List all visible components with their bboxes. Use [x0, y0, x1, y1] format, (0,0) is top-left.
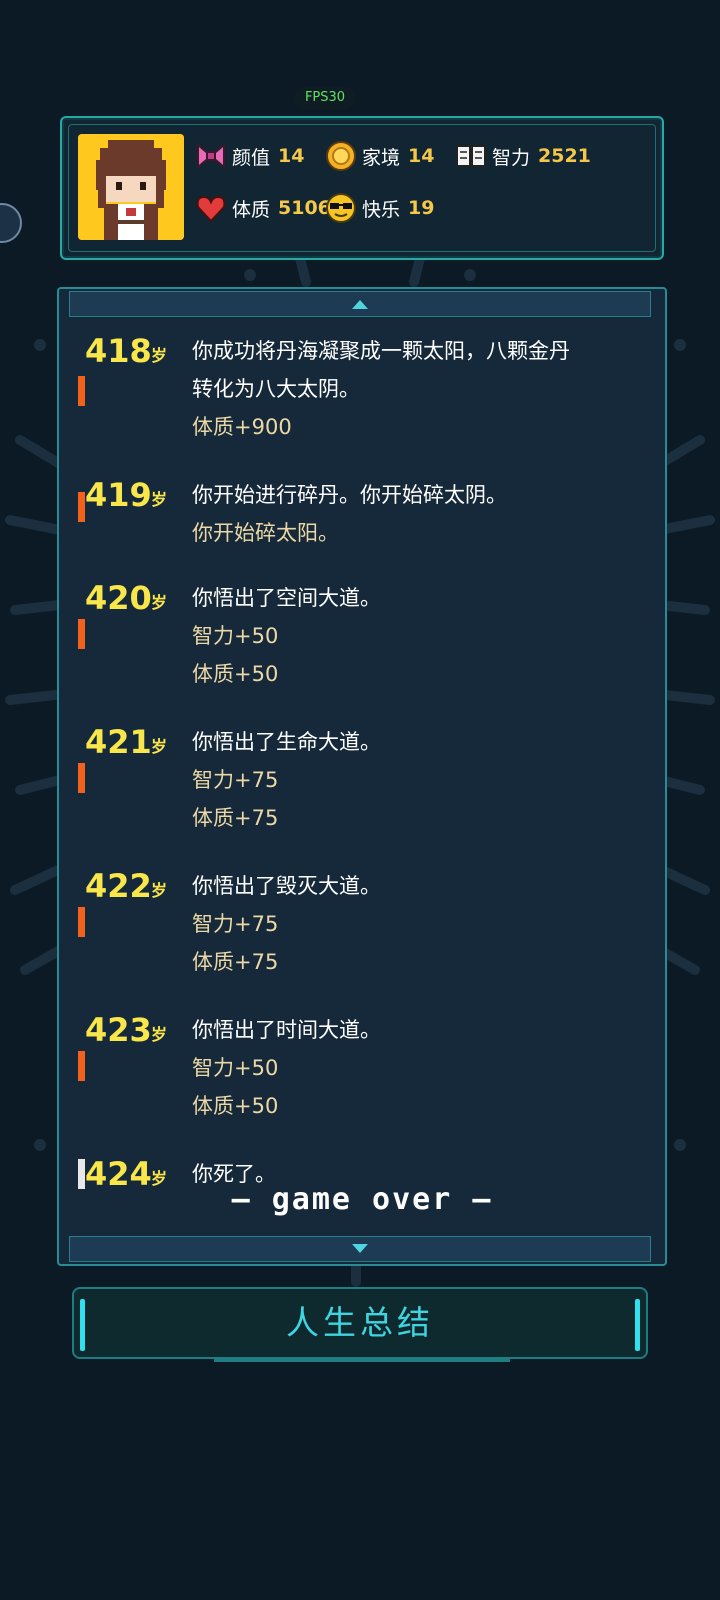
age-unit: 岁 [151, 346, 168, 365]
stat-label: 智力 [492, 146, 531, 169]
effect-line: 体质+75 [192, 950, 279, 974]
stat-value: 2521 [538, 145, 591, 167]
stat-value: 14 [278, 145, 305, 167]
entry-text: 你悟出了时间大道。 智力+50 体质+50 [192, 1011, 632, 1125]
pixel-character-icon [78, 134, 184, 240]
age-number: 420 [85, 579, 152, 617]
stat-label: 快乐 [362, 198, 401, 221]
event-line: 你悟出了毁灭大道。 [192, 874, 381, 898]
effect-line: 体质+50 [192, 1094, 279, 1118]
arrow-up-icon [352, 300, 368, 309]
bow-icon [197, 142, 225, 170]
effect-line: 体质+50 [192, 662, 279, 686]
entry-marker [78, 907, 85, 937]
book-icon [456, 145, 486, 167]
stat-family: 家境 14 [324, 138, 434, 174]
stat-appearance: 颜值 14 [194, 138, 304, 174]
event-line: 你成功将丹海凝聚成一颗太阳，八颗金丹 [192, 339, 570, 363]
effect-line: 智力+75 [192, 912, 279, 936]
event-line: 你悟出了空间大道。 [192, 586, 381, 610]
effect-line: 体质+900 [192, 415, 292, 439]
effect-line: 智力+50 [192, 1056, 279, 1080]
stat-label: 家境 [362, 146, 401, 169]
event-line: 你悟出了时间大道。 [192, 1018, 381, 1042]
effect-line: 智力+75 [192, 768, 279, 792]
age-unit: 岁 [151, 1025, 168, 1044]
age-unit: 岁 [151, 593, 168, 612]
scroll-up-bar[interactable] [69, 291, 651, 317]
coin-icon [326, 141, 356, 171]
scroll-down-bar[interactable] [69, 1236, 651, 1262]
entry-text: 你开始进行碎丹。你开始碎太阴。 你开始碎太阳。 [192, 476, 632, 552]
stats-panel: 颜值 14 家境 14 智力 2521 体质 5106 快乐 19 [60, 116, 664, 260]
life-summary-button[interactable]: 人生总结 [72, 1287, 648, 1362]
event-line: 转化为八大太阴。 [192, 377, 360, 401]
stat-label: 体质 [232, 198, 271, 221]
effect-line: 你开始碎太阳。 [192, 521, 339, 545]
game-over-text: — game over — [231, 1182, 493, 1217]
effect-line: 智力+50 [192, 624, 279, 648]
event-line: 你悟出了生命大道。 [192, 730, 381, 754]
life-summary-label: 人生总结 [286, 1303, 434, 1342]
entry-text: 你悟出了毁灭大道。 智力+75 体质+75 [192, 867, 632, 981]
entry-text: 你成功将丹海凝聚成一颗太阳，八颗金丹 转化为八大太阴。 体质+900 [192, 332, 632, 446]
entry-text: 你悟出了空间大道。 智力+50 体质+50 [192, 579, 632, 693]
age-number: 422 [85, 867, 152, 905]
age-number: 418 [85, 332, 152, 370]
sunglasses-icon [326, 193, 356, 223]
stat-value: 19 [408, 197, 435, 219]
stat-constitution: 体质 5106 [194, 190, 331, 226]
heart-icon [196, 195, 226, 223]
stat-intelligence: 智力 2521 [454, 138, 591, 174]
event-line: 你开始进行碎丹。你开始碎太阴。 [192, 483, 507, 507]
life-log-panel[interactable]: 418 岁 你成功将丹海凝聚成一颗太阳，八颗金丹 转化为八大太阴。 体质+900… [57, 287, 667, 1266]
stat-value: 14 [408, 145, 435, 167]
fps-counter: FPS30 [294, 87, 356, 109]
age-unit: 岁 [151, 490, 168, 509]
entry-marker [78, 619, 85, 649]
age-unit: 岁 [151, 737, 168, 756]
entry-marker [78, 763, 85, 793]
entry-marker [78, 376, 85, 406]
character-avatar [78, 134, 184, 240]
button-underline [214, 1358, 510, 1362]
entry-text: 你悟出了生命大道。 智力+75 体质+75 [192, 723, 632, 837]
stat-label: 颜值 [232, 146, 271, 169]
age-number: 421 [85, 723, 152, 761]
stat-value: 5106 [278, 197, 331, 219]
entry-marker [78, 492, 85, 522]
stat-happiness: 快乐 19 [324, 190, 434, 226]
entry-marker [78, 1051, 85, 1081]
age-unit: 岁 [151, 881, 168, 900]
age-number: 419 [85, 476, 152, 514]
arrow-down-icon [352, 1244, 368, 1253]
effect-line: 体质+75 [192, 806, 279, 830]
age-number: 423 [85, 1011, 152, 1049]
